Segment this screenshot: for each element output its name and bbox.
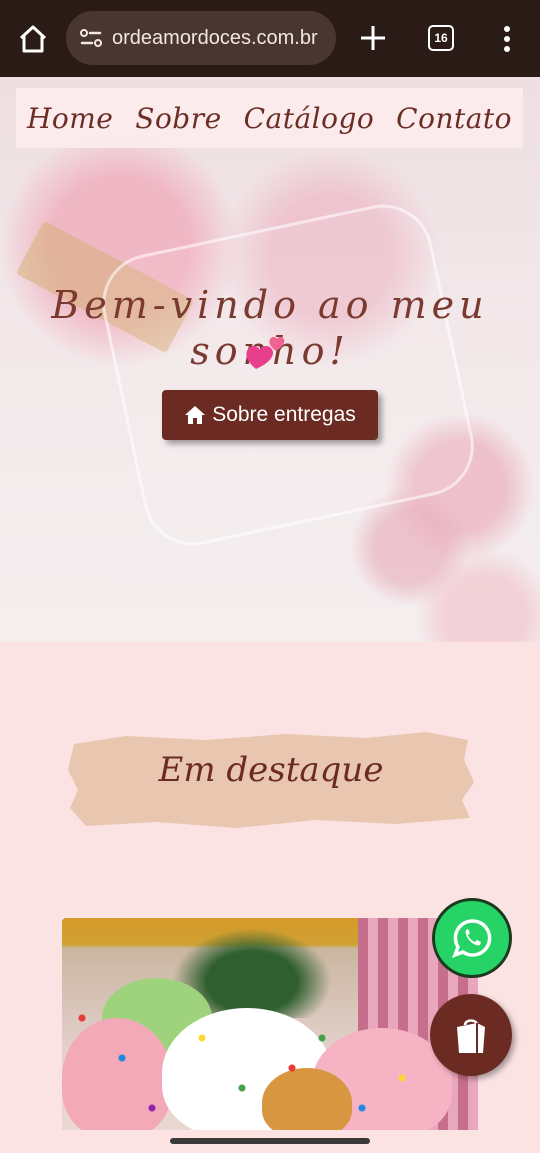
shopping-bag-icon [457,1019,485,1053]
more-menu-icon[interactable] [496,24,518,54]
whatsapp-button[interactable] [432,898,512,978]
url-text: ordeamordoces.com.br [112,26,318,49]
site-settings-icon[interactable] [78,25,104,51]
featured-title: Em destaque [158,750,384,790]
delivery-button-label: Sobre entregas [212,403,356,426]
hero-banner: Home Sobre Catálogo Contato Bem-vindo ao… [0,77,540,642]
gesture-handle[interactable] [170,1138,370,1144]
nav-item-catalogo[interactable]: Catálogo [244,102,375,135]
home-icon[interactable] [16,22,50,56]
nav-item-home[interactable]: Home [27,102,113,135]
address-bar[interactable]: ordeamordoces.com.br [66,11,336,65]
whatsapp-icon [452,919,492,958]
main-nav: Home Sobre Catálogo Contato [16,88,523,148]
browser-toolbar: ordeamordoces.com.br 16 [0,0,540,77]
nav-item-contato[interactable]: Contato [396,102,512,135]
nav-item-sobre[interactable]: Sobre [135,102,221,135]
two-hearts-icon [246,336,285,369]
new-tab-plus-icon[interactable] [358,23,388,53]
house-icon [185,406,206,424]
tab-switcher-icon[interactable]: 16 [428,25,454,51]
featured-product-image[interactable] [62,918,478,1138]
delivery-info-button[interactable]: Sobre entregas [162,390,378,440]
product-image-sprinkles [62,978,478,1138]
shop-button[interactable] [430,994,512,1076]
system-nav-area [0,1130,540,1153]
